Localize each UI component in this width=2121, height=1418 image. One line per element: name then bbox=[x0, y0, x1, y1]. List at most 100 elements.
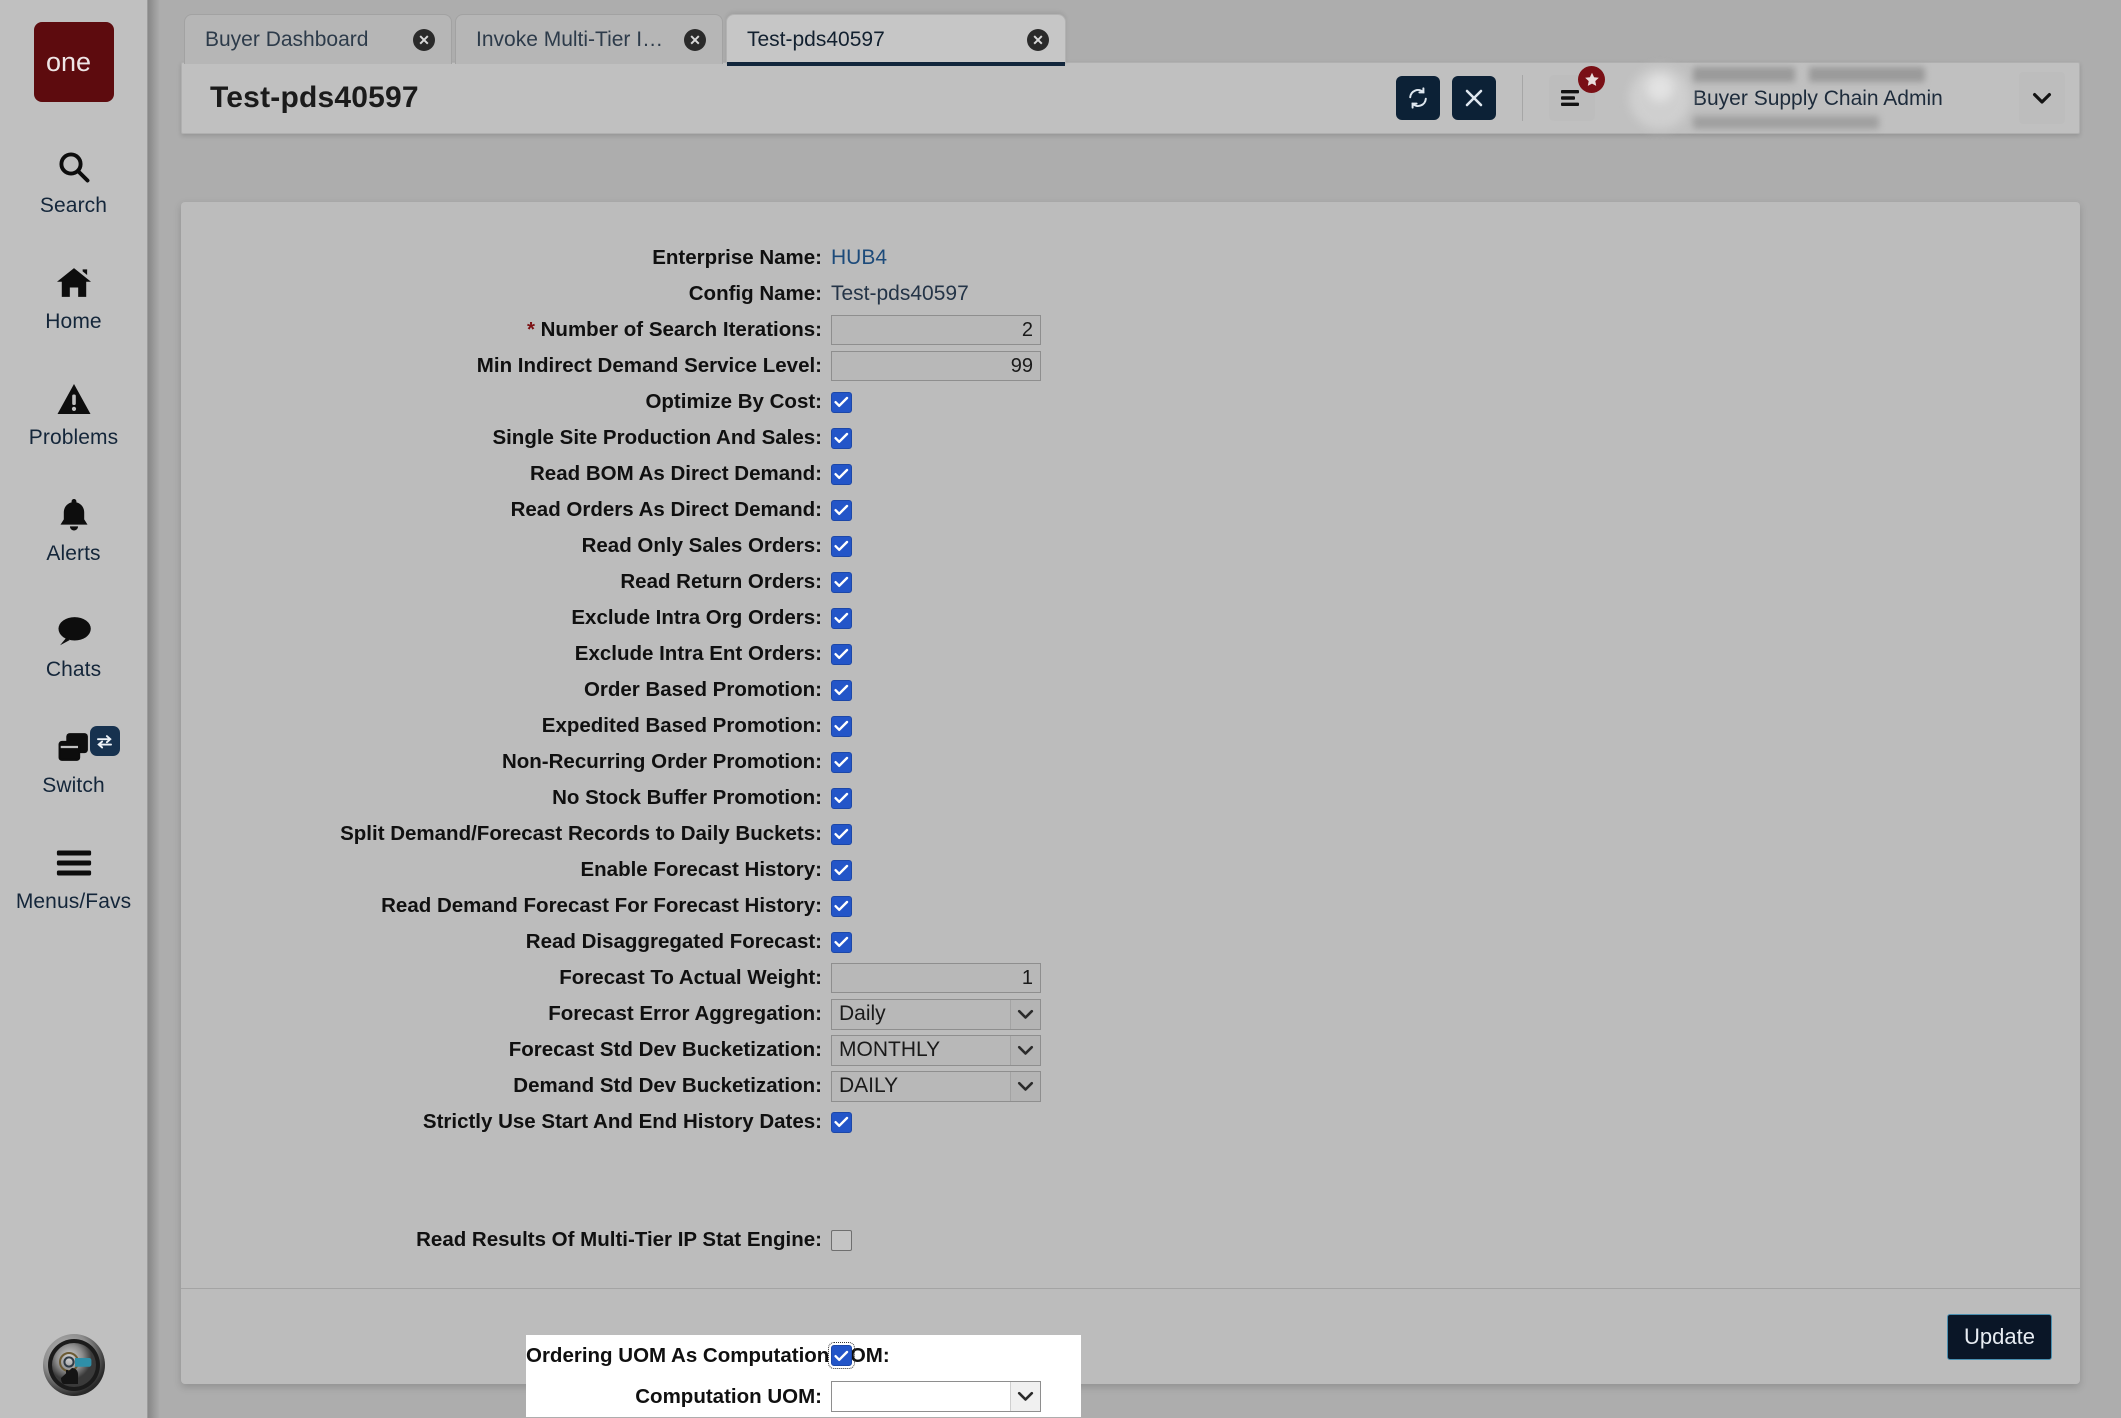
sidebar-label-chats: Chats bbox=[46, 658, 101, 682]
checkbox-optimize-by-cost[interactable] bbox=[831, 392, 852, 413]
form-row-enterprise-name: Enterprise Name:HUB4 bbox=[181, 240, 2080, 276]
form-label-order-based-promotion: Order Based Promotion: bbox=[181, 678, 831, 702]
form-row-split-demand-forecast-records-to-daily-buckets: Split Demand/Forecast Records to Daily B… bbox=[181, 816, 2080, 852]
check-icon bbox=[834, 432, 849, 444]
one-network-logo[interactable]: one bbox=[34, 22, 114, 102]
form-value-exclude-intra-org-orders bbox=[831, 608, 852, 629]
form-row-read-only-sales-orders: Read Only Sales Orders: bbox=[181, 528, 2080, 564]
form-label-read-results-of-multi-tier-ip-stat-engine: Read Results Of Multi-Tier IP Stat Engin… bbox=[181, 1228, 831, 1252]
checkbox-enable-forecast-history[interactable] bbox=[831, 860, 852, 881]
switch-swap-badge[interactable] bbox=[90, 726, 120, 756]
form-row-read-bom-as-direct-demand: Read BOM As Direct Demand: bbox=[181, 456, 2080, 492]
tab-buyer-dashboard[interactable]: Buyer Dashboard ✕ bbox=[184, 14, 452, 64]
page-title: Test-pds40597 bbox=[210, 81, 419, 115]
form-value-read-demand-forecast-for-forecast-history bbox=[831, 896, 852, 917]
form-label-enterprise-name: Enterprise Name: bbox=[181, 246, 831, 270]
form-row-exclude-intra-ent-orders: Exclude Intra Ent Orders: bbox=[181, 636, 2080, 672]
check-icon bbox=[834, 684, 849, 696]
static-value: Test-pds40597 bbox=[831, 282, 969, 306]
ai-assistant-icon bbox=[47, 1338, 101, 1392]
sidebar-label-home: Home bbox=[45, 310, 101, 334]
close-icon[interactable]: ✕ bbox=[1027, 29, 1049, 51]
sidebar-item-problems[interactable]: Problems bbox=[0, 376, 148, 450]
update-button[interactable]: Update bbox=[1947, 1314, 2052, 1360]
sidebar-item-search[interactable]: Search bbox=[0, 144, 148, 218]
checkbox-split-demand-forecast-records-to-daily-buckets[interactable] bbox=[831, 824, 852, 845]
checkbox-read-demand-forecast-for-forecast-history[interactable] bbox=[831, 896, 852, 917]
tab-test-pds40597[interactable]: Test-pds40597 ✕ bbox=[726, 14, 1066, 64]
close-icon[interactable]: ✕ bbox=[684, 29, 706, 51]
required-asterisk: * bbox=[527, 318, 541, 341]
menu-favorites-button[interactable] bbox=[1549, 75, 1595, 121]
form-value-forecast-std-dev-bucketization: MONTHLY bbox=[831, 1035, 1041, 1066]
user-profile-block[interactable]: Buyer Supply Chain Admin bbox=[1629, 63, 2079, 133]
form-row-read-results-of-multi-tier-ip-stat-engine: Read Results Of Multi-Tier IP Stat Engin… bbox=[181, 1222, 2080, 1258]
user-role: Buyer Supply Chain Admin bbox=[1693, 87, 1993, 111]
checkbox-read-only-sales-orders[interactable] bbox=[831, 536, 852, 557]
warning-triangle-icon bbox=[56, 376, 92, 422]
checkbox-read-return-orders[interactable] bbox=[831, 572, 852, 593]
checkbox-read-bom-as-direct-demand[interactable] bbox=[831, 464, 852, 485]
checkbox-strictly-use-start-and-end-history-dates[interactable] bbox=[831, 1112, 852, 1133]
form-value-config-name: Test-pds40597 bbox=[831, 282, 969, 306]
sidebar-item-switch[interactable]: Switch bbox=[0, 724, 148, 798]
checkbox-no-stock-buffer-promotion[interactable] bbox=[831, 788, 852, 809]
select-forecast-error-aggregation[interactable]: Daily bbox=[831, 999, 1041, 1030]
form-value-read-results-of-multi-tier-ip-stat-engine bbox=[831, 1230, 852, 1251]
form-row-non-recurring-order-promotion: Non-Recurring Order Promotion: bbox=[181, 744, 2080, 780]
form-label-demand-std-dev-bucketization: Demand Std Dev Bucketization: bbox=[181, 1074, 831, 1098]
input-number-of-search-iterations[interactable] bbox=[831, 315, 1041, 345]
form-value-enable-forecast-history bbox=[831, 860, 852, 881]
checkbox-read-orders-as-direct-demand[interactable] bbox=[831, 500, 852, 521]
form-label-forecast-error-aggregation: Forecast Error Aggregation: bbox=[181, 1002, 831, 1026]
form-row-min-indirect-demand-service-level: Min Indirect Demand Service Level: bbox=[181, 348, 2080, 384]
checkbox-non-recurring-order-promotion[interactable] bbox=[831, 752, 852, 773]
close-page-button[interactable] bbox=[1452, 76, 1496, 120]
check-icon bbox=[834, 828, 849, 840]
checkbox-single-site-production-and-sales[interactable] bbox=[831, 428, 852, 449]
user-menu-button[interactable] bbox=[2019, 72, 2065, 124]
browser-tab-strip: Buyer Dashboard ✕ Invoke Multi-Tier Inve… bbox=[160, 0, 2121, 64]
check-icon bbox=[834, 720, 849, 732]
form-value-read-bom-as-direct-demand bbox=[831, 464, 852, 485]
sidebar-item-chats[interactable]: Chats bbox=[0, 608, 148, 682]
form-row-read-demand-forecast-for-forecast-history: Read Demand Forecast For Forecast Histor… bbox=[181, 888, 2080, 924]
favorites-badge bbox=[1578, 66, 1605, 93]
refresh-button[interactable] bbox=[1396, 76, 1440, 120]
check-icon bbox=[834, 900, 849, 912]
link-value[interactable]: HUB4 bbox=[831, 246, 887, 270]
select-value: MONTHLY bbox=[832, 1038, 1010, 1062]
close-icon[interactable]: ✕ bbox=[413, 29, 435, 51]
checkbox-exclude-intra-org-orders[interactable] bbox=[831, 608, 852, 629]
form-value-read-return-orders bbox=[831, 572, 852, 593]
rail-shadow bbox=[148, 0, 160, 1418]
checkbox-expedited-based-promotion[interactable] bbox=[831, 716, 852, 737]
form-row-order-based-promotion: Order Based Promotion: bbox=[181, 672, 2080, 708]
input-min-indirect-demand-service-level[interactable] bbox=[831, 351, 1041, 381]
checkbox-read-disaggregated-forecast[interactable] bbox=[831, 932, 852, 953]
check-icon bbox=[834, 864, 849, 876]
checkbox-exclude-intra-ent-orders[interactable] bbox=[831, 644, 852, 665]
sidebar-item-menus-favs[interactable]: Menus/Favs bbox=[0, 840, 148, 914]
checkbox-order-based-promotion[interactable] bbox=[831, 680, 852, 701]
sidebar-item-home[interactable]: Home bbox=[0, 260, 148, 334]
check-icon bbox=[834, 756, 849, 768]
user-org-redacted bbox=[1693, 116, 1879, 129]
input-forecast-to-actual-weight[interactable] bbox=[831, 963, 1041, 993]
select-forecast-std-dev-bucketization[interactable]: MONTHLY bbox=[831, 1035, 1041, 1066]
header-divider bbox=[1522, 75, 1523, 121]
form-row-forecast-error-aggregation: Forecast Error Aggregation:Daily bbox=[181, 996, 2080, 1032]
chevron-down-icon bbox=[1010, 1072, 1040, 1101]
form-value-no-stock-buffer-promotion bbox=[831, 788, 852, 809]
sidebar-item-alerts[interactable]: Alerts bbox=[0, 492, 148, 566]
checkbox-read-results-of-multi-tier-ip-stat-engine[interactable] bbox=[831, 1230, 852, 1251]
form-label-forecast-to-actual-weight: Forecast To Actual Weight: bbox=[181, 966, 831, 990]
form-label-min-indirect-demand-service-level: Min Indirect Demand Service Level: bbox=[181, 354, 831, 378]
form-row-no-stock-buffer-promotion: No Stock Buffer Promotion: bbox=[181, 780, 2080, 816]
swap-arrows-icon bbox=[95, 734, 114, 749]
user-name-redacted bbox=[1693, 67, 1925, 82]
form-label-read-only-sales-orders: Read Only Sales Orders: bbox=[181, 534, 831, 558]
select-demand-std-dev-bucketization[interactable]: DAILY bbox=[831, 1071, 1041, 1102]
tab-invoke-multi-tier-inventory-plan[interactable]: Invoke Multi-Tier Inventory Plan... ✕ bbox=[455, 14, 723, 64]
ai-assistant-avatar[interactable] bbox=[43, 1334, 105, 1396]
